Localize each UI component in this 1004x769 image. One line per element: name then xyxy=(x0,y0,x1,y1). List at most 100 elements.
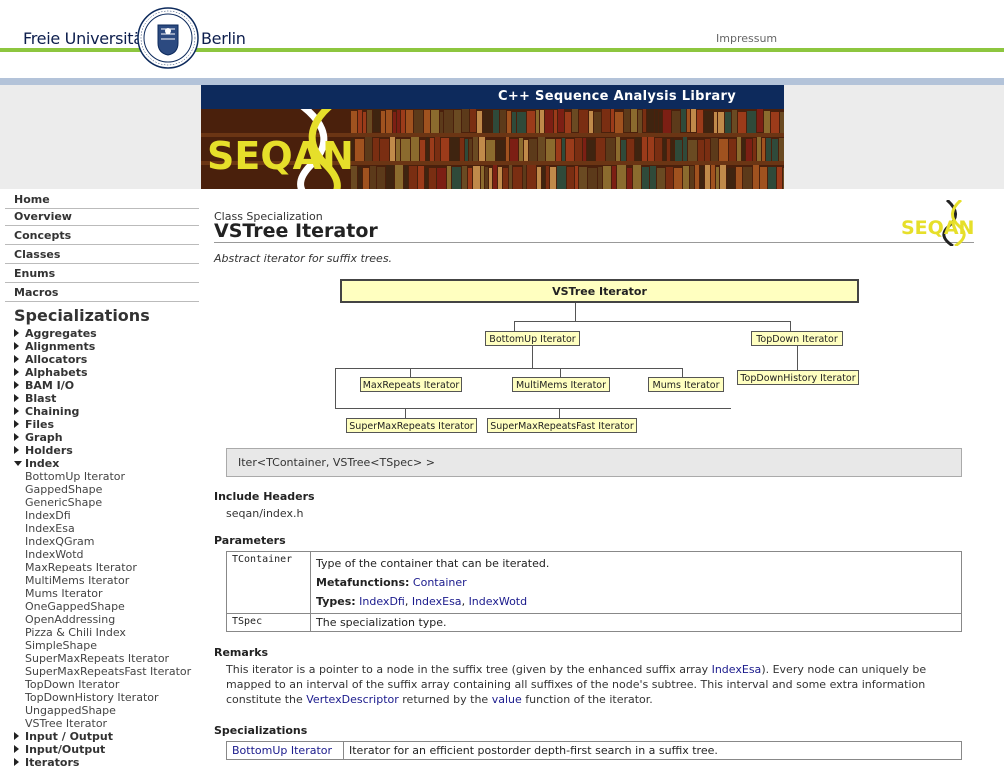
sidebar-index-item[interactable]: VSTree Iterator xyxy=(25,717,107,730)
page-description: Abstract iterator for suffix trees. xyxy=(214,252,393,265)
sidebar-index-item[interactable]: Pizza & Chili Index xyxy=(25,626,126,639)
sidebar-index-item[interactable]: TopDown Iterator xyxy=(25,678,119,691)
sidebar-group-before-5[interactable]: Blast xyxy=(14,392,56,405)
sidebar-group-before-4[interactable]: BAM I/O xyxy=(14,379,74,392)
sidebar-item-enums[interactable]: Enums xyxy=(5,265,199,283)
param-name: TSpec xyxy=(226,613,311,632)
remarks-text-4: function of the iterator. xyxy=(521,693,653,706)
main-content: Class Specialization VSTree Iterator SEQ… xyxy=(201,189,1004,764)
sidebar-index-item[interactable]: MaxRepeats Iterator xyxy=(25,561,137,574)
sidebar-group-before-3[interactable]: Alphabets xyxy=(14,366,88,379)
diagram-node-supermaxrepeatsfast[interactable]: SuperMaxRepeatsFast Iterator xyxy=(487,418,637,433)
triangle-right-icon xyxy=(14,381,19,389)
bottomup-iterator-link[interactable]: BottomUp Iterator xyxy=(232,744,332,757)
diagram-line xyxy=(532,346,533,368)
sidebar-index-item[interactable]: SimpleShape xyxy=(25,639,97,652)
indexesa-remark-link[interactable]: IndexEsa xyxy=(712,663,762,676)
diagram-line xyxy=(335,368,683,369)
sidebar-group-index[interactable]: Index xyxy=(14,457,59,470)
sidebar-index-item[interactable]: TopDownHistory Iterator xyxy=(25,691,159,704)
sidebar-index-item[interactable]: GenericShape xyxy=(25,496,102,509)
container-link[interactable]: Container xyxy=(413,576,467,589)
sidebar-item-classes[interactable]: Classes xyxy=(5,246,199,264)
impressum-link[interactable]: Impressum xyxy=(716,32,777,45)
header-blue-bar xyxy=(0,78,1004,85)
diagram-node-bottomup[interactable]: BottomUp Iterator xyxy=(485,331,580,346)
diagram-node-maxrepeats[interactable]: MaxRepeats Iterator xyxy=(360,377,462,392)
sidebar-index-item[interactable]: IndexDfi xyxy=(25,509,71,522)
university-name-right[interactable]: Berlin xyxy=(201,29,250,48)
sidebar-group-before-1[interactable]: Alignments xyxy=(14,340,95,353)
sidebar-group-after-1[interactable]: Input/Output xyxy=(14,743,105,756)
banner-title-bar: C++ Sequence Analysis Library xyxy=(201,85,784,109)
sidebar-group-before-0[interactable]: Aggregates xyxy=(14,327,97,340)
diagram-node-topdown[interactable]: TopDown Iterator xyxy=(751,331,843,346)
sidebar-group-before-9[interactable]: Holders xyxy=(14,444,73,457)
sidebar-index-item[interactable]: MultiMems Iterator xyxy=(25,574,129,587)
sidebar-group-label: Allocators xyxy=(25,353,88,366)
indexwotd-link[interactable]: IndexWotd xyxy=(469,595,528,608)
sidebar-group-before-6[interactable]: Chaining xyxy=(14,405,79,418)
sidebar-group-label: Aggregates xyxy=(25,327,97,340)
sidebar-group-before-2[interactable]: Allocators xyxy=(14,353,87,366)
sidebar-group-before-7[interactable]: Files xyxy=(14,418,54,431)
vertexdescriptor-link[interactable]: VertexDescriptor xyxy=(306,693,399,706)
remarks-text: This iterator is a pointer to a node in … xyxy=(226,662,966,707)
diagram-node-vstree[interactable]: VSTree Iterator xyxy=(340,279,859,303)
sidebar-index-item[interactable]: UngappedShape xyxy=(25,704,116,717)
university-seal-icon[interactable] xyxy=(137,7,199,69)
param-types: Types: IndexDfi, IndexEsa, IndexWotd xyxy=(316,595,528,608)
sidebar-item-macros[interactable]: Macros xyxy=(5,284,199,302)
include-headers-heading: Include Headers xyxy=(214,490,315,503)
sidebar-index-item[interactable]: IndexEsa xyxy=(25,522,75,535)
sidebar-index-item[interactable]: GappedShape xyxy=(25,483,102,496)
diagram-line xyxy=(514,321,515,331)
diagram-node-multimems[interactable]: MultiMems Iterator xyxy=(512,377,610,392)
sidebar-index-item[interactable]: SuperMaxRepeatsFast Iterator xyxy=(25,665,191,678)
sidebar-item-home[interactable]: Home xyxy=(5,191,199,209)
diagram-node-topdownhistory[interactable]: TopDownHistory Iterator xyxy=(737,370,859,385)
sidebar-index-item[interactable]: IndexWotd xyxy=(25,548,84,561)
sidebar-group-label: Iterators xyxy=(25,756,80,769)
sidebar-index-item[interactable]: IndexQGram xyxy=(25,535,94,548)
sidebar-index-item[interactable]: Mums Iterator xyxy=(25,587,103,600)
diagram-node-mums[interactable]: Mums Iterator xyxy=(648,377,724,392)
triangle-right-icon xyxy=(14,433,19,441)
sidebar-specializations-title: Specializations xyxy=(14,306,150,325)
sidebar-group-label: Input / Output xyxy=(25,730,113,743)
spec-desc: Iterator for an efficient postorder dept… xyxy=(343,741,962,760)
diagram-line xyxy=(797,346,798,370)
sidebar-index-item[interactable]: OpenAddressing xyxy=(25,613,115,626)
sidebar-item-concepts[interactable]: Concepts xyxy=(5,227,199,245)
sidebar-index-item[interactable]: SuperMaxRepeats Iterator xyxy=(25,652,169,665)
sidebar-index-item[interactable]: BottomUp Iterator xyxy=(25,470,125,483)
class-signature: Iter<TContainer, VSTree<TSpec> > xyxy=(226,448,962,477)
indexesa-link[interactable]: IndexEsa xyxy=(412,595,462,608)
sidebar-item-overview[interactable]: Overview xyxy=(5,208,199,226)
indexdfi-link[interactable]: IndexDfi xyxy=(359,595,405,608)
diagram-line xyxy=(575,303,576,321)
sidebar-group-label: Files xyxy=(25,418,55,431)
triangle-right-icon xyxy=(14,342,19,350)
triangle-right-icon xyxy=(14,732,19,740)
sidebar-group-label: BAM I/O xyxy=(25,379,75,392)
sidebar-group-label: Holders xyxy=(25,444,73,457)
diagram-line xyxy=(559,408,560,418)
value-link[interactable]: value xyxy=(492,693,522,706)
triangle-right-icon xyxy=(14,420,19,428)
sidebar-group-label: Alphabets xyxy=(25,366,88,379)
table-row: TSpec The specialization type. xyxy=(226,613,962,632)
sidebar-index-item[interactable]: OneGappedShape xyxy=(25,600,125,613)
sidebar-group-before-8[interactable]: Graph xyxy=(14,431,63,444)
diagram-node-supermaxrepeats[interactable]: SuperMaxRepeats Iterator xyxy=(346,418,477,433)
sidebar-group-after-2[interactable]: Iterators xyxy=(14,756,79,769)
include-file: seqan/index.h xyxy=(226,507,304,520)
sidebar-group-after-0[interactable]: Input / Output xyxy=(14,730,113,743)
specializations-table: BottomUp Iterator Iterator for an effici… xyxy=(226,741,962,760)
diagram-line xyxy=(514,321,791,322)
diagram-line xyxy=(790,321,791,331)
university-name-left[interactable]: Freie Universität xyxy=(23,29,153,48)
param-metafunctions: Metafunctions: Container xyxy=(316,573,956,592)
triangle-right-icon xyxy=(14,394,19,402)
seqan-logo-text: SEQAN xyxy=(207,134,354,178)
